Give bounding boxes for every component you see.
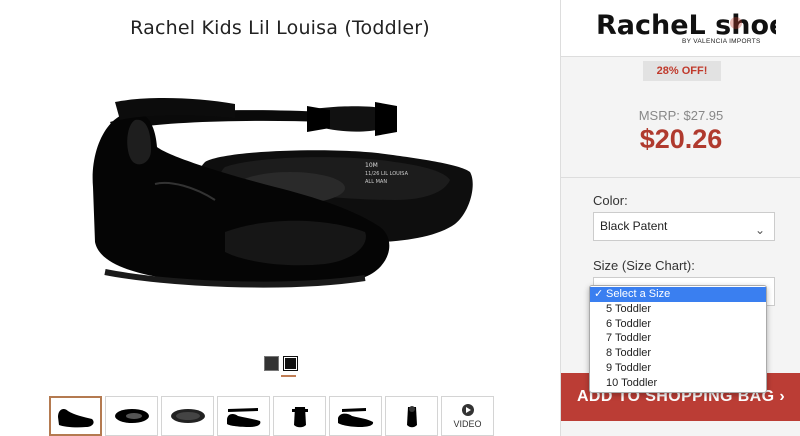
size-option[interactable]: 9 Toddler <box>590 361 766 376</box>
color-swatch-dark-gray[interactable] <box>264 356 279 371</box>
chevron-down-icon: ⌄ <box>754 223 765 237</box>
size-label: Size (Size Chart): <box>593 258 695 273</box>
size-dropdown[interactable]: ✓ Select a Size 5 Toddler 6 Toddler 7 Tod… <box>589 285 767 393</box>
thumbnail-back-view[interactable] <box>273 396 326 436</box>
color-swatch-black[interactable] <box>283 356 298 371</box>
shoe-thumbnail-icon <box>114 409 149 423</box>
size-option[interactable]: ✓ Select a Size <box>590 287 766 302</box>
product-title: Rachel Kids Lil Louisa (Toddler) <box>130 17 430 39</box>
swatch-selected-indicator <box>281 375 296 377</box>
thumbnail-sole-view[interactable] <box>161 396 214 436</box>
check-icon: ✓ <box>594 288 604 300</box>
color-swatches <box>264 356 298 371</box>
size-option[interactable]: 7 Toddler <box>590 331 766 346</box>
sale-price: $20.26 <box>639 124 723 154</box>
thumbnail-pair-view[interactable] <box>385 396 438 436</box>
color-label: Color: <box>593 193 628 208</box>
thumbnail-video[interactable]: VIDEO <box>441 396 494 436</box>
brand-sub: BY VALENCIA IMPORTS <box>682 38 761 45</box>
thumbnail-angle-view[interactable] <box>329 396 382 436</box>
thumbnail-side-strap[interactable] <box>217 396 270 436</box>
insole-label-line2: 11/26 LIL LOUISA <box>365 171 409 177</box>
thumbnail-top-view[interactable] <box>105 396 158 436</box>
shoe-thumbnail-icon <box>337 408 373 427</box>
play-icon <box>461 403 474 416</box>
shoe-thumbnail-icon <box>170 409 205 423</box>
size-option[interactable]: 5 Toddler <box>590 302 766 317</box>
brand-header: RacheL shoes BY VALENCIA IMPORTS <box>561 0 800 57</box>
color-select-value: Black Patent <box>600 219 668 233</box>
product-gallery: Rachel Kids Lil Louisa (Toddler) 10M 11/… <box>0 0 560 436</box>
shoe-thumbnail-icon <box>226 408 260 427</box>
video-label: VIDEO <box>453 418 482 429</box>
size-option[interactable]: 6 Toddler <box>590 317 766 332</box>
discount-badge: 28% OFF! <box>643 61 721 81</box>
divider <box>561 177 800 178</box>
thumbnail-side-view[interactable] <box>49 396 102 436</box>
insole-label-size: 10M <box>365 162 378 169</box>
shoe-thumbnail-icon <box>291 407 308 428</box>
shoe-thumbnail-icon <box>57 409 94 428</box>
shoe-thumbnail-icon <box>406 406 417 428</box>
brand-logo-text: RacheL shoes <box>596 10 776 41</box>
product-image[interactable]: 10M 11/26 LIL LOUISA ALL MAN <box>85 92 480 292</box>
brand-logo[interactable]: RacheL shoes <box>596 4 776 42</box>
thumbnail-strip: VIDEO <box>49 396 494 436</box>
color-select[interactable]: Black Patent ⌄ <box>593 212 775 241</box>
size-option[interactable]: 8 Toddler <box>590 346 766 361</box>
size-option[interactable]: 10 Toddler <box>590 376 766 391</box>
insole-label-line3: ALL MAN <box>365 179 387 185</box>
msrp-price: MSRP: $27.95 <box>638 108 724 123</box>
